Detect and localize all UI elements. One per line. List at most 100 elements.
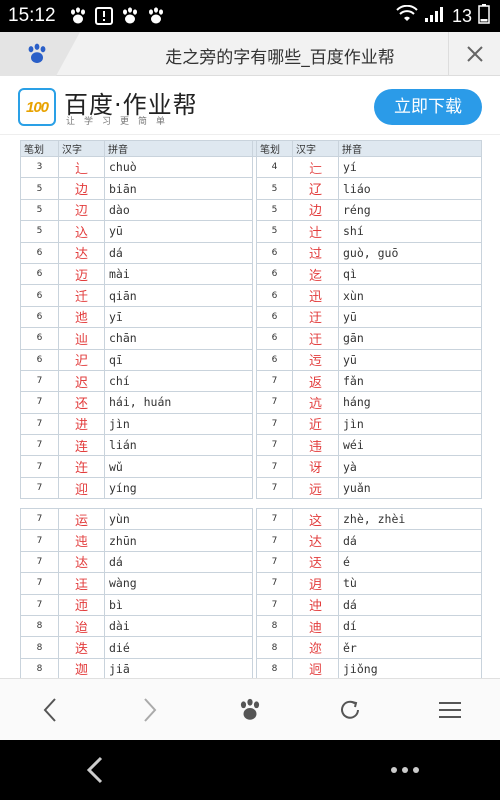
stroke-count: 3: [20, 155, 59, 179]
pinyin: biān: [104, 177, 253, 200]
table-row: 5 込 yū 5 辻 shí: [20, 220, 482, 243]
stroke-count: 8: [20, 657, 59, 678]
character: 边: [58, 177, 105, 200]
home-button[interactable]: [200, 679, 300, 741]
stroke-count: 6: [256, 262, 293, 286]
stroke-count: 5: [256, 220, 293, 243]
stroke-count: 6: [256, 327, 293, 350]
baidu-home-icon: [240, 698, 260, 720]
stroke-count: 7: [20, 391, 59, 414]
character: 迩: [292, 636, 339, 659]
stroke-count: 4: [256, 155, 293, 179]
stroke-count: 5: [256, 198, 293, 222]
pinyin: fǎn: [338, 369, 482, 393]
pinyin: jìn: [338, 412, 482, 436]
character: 迍: [58, 529, 105, 552]
pinyin: shí: [338, 220, 482, 243]
character: 迁: [58, 284, 105, 307]
pinyin: yī: [104, 305, 253, 329]
refresh-icon: [341, 700, 359, 719]
character: 迅: [292, 284, 339, 307]
menu-button[interactable]: [400, 679, 500, 741]
content-area[interactable]: 笔划 汉字 拼音 笔划 汉字 拼音 3 辶 chuò 4 辷 yí 5 边 biān 5 辽 liáo…: [0, 136, 500, 678]
download-button[interactable]: 立即下载: [374, 89, 482, 125]
table-row: 3 辶 chuò 4 辷 yí: [20, 155, 482, 179]
page-title: 走之旁的字有哪些_百度作业帮: [165, 48, 395, 68]
pinyin: qī: [104, 348, 253, 371]
pinyin: tù: [338, 572, 482, 595]
pinyin: gān: [338, 327, 482, 350]
table-row: 6 迆 yī 6 迂 yū: [20, 305, 482, 329]
forward-button[interactable]: [100, 679, 200, 741]
stroke-count: 6: [256, 348, 293, 371]
browser-title-bar: 走之旁的字有哪些_百度作业帮: [0, 32, 500, 76]
character: 込: [58, 220, 105, 243]
stroke-count: 6: [20, 262, 59, 286]
app-banner[interactable]: 100 百度·作业帮 让学习更简单 立即下载: [0, 77, 500, 135]
close-icon: [466, 46, 483, 62]
system-back-button[interactable]: [70, 740, 120, 800]
character: 还: [58, 391, 105, 414]
character: 迚: [292, 593, 339, 616]
radical-table-2: 7 运 yùn 7 这 zhè, zhèi 7 迍 zhūn 7 达 dá 7 迏 dá 7 迗 é 7 迋 wàng 7…: [20, 507, 482, 678]
back-button[interactable]: [0, 679, 100, 741]
stroke-count: 5: [20, 177, 59, 200]
pinyin: dá: [338, 593, 482, 616]
pinyin: wǔ: [104, 455, 253, 478]
table-row: 6 达 dá 6 过 guò, guō: [20, 241, 482, 264]
pinyin: wàng: [104, 572, 253, 595]
header-strokes: 笔划: [256, 140, 293, 157]
refresh-button[interactable]: [300, 679, 400, 741]
pinyin: jiā: [104, 657, 253, 678]
pinyin: yíng: [104, 476, 253, 500]
wifi-icon: [396, 4, 418, 28]
pinyin: chuò: [104, 155, 253, 179]
pinyin: réng: [338, 198, 482, 222]
header-pinyin: 拼音: [338, 140, 482, 157]
stroke-count: 7: [20, 593, 59, 616]
table-row: 7 还 hái, huán 7 迒 háng: [20, 391, 482, 414]
header-strokes: 笔划: [20, 140, 59, 157]
stroke-count: 7: [256, 529, 293, 552]
notification-icons: [68, 6, 166, 26]
character: 运: [58, 507, 105, 531]
pinyin: guò, guō: [338, 241, 482, 264]
pinyin: yà: [338, 455, 482, 478]
pinyin: bì: [104, 593, 253, 616]
table-row: 7 进 jìn 7 近 jìn: [20, 412, 482, 436]
stroke-count: 5: [20, 220, 59, 243]
pinyin: qì: [338, 262, 482, 286]
table-row: 7 运 yùn 7 这 zhè, zhèi: [20, 507, 482, 531]
more-button[interactable]: [380, 740, 430, 800]
baidu-paw-icon: [68, 6, 88, 26]
table-row: 6 辿 chān 6 迀 gān: [20, 327, 482, 350]
character: 辶: [58, 155, 105, 179]
character: 迈: [58, 262, 105, 286]
stroke-count: 7: [256, 434, 293, 457]
character: 迎: [58, 476, 105, 500]
stroke-count: 7: [256, 550, 293, 574]
table-row: 5 边 biān 5 辽 liáo: [20, 177, 482, 200]
stroke-count: 6: [20, 241, 59, 264]
pinyin: chān: [104, 327, 253, 350]
stroke-count: 7: [20, 507, 59, 531]
table-row: 8 迭 dié 8 迩 ěr: [20, 636, 482, 659]
stroke-count: 7: [20, 529, 59, 552]
stroke-count: 8: [256, 657, 293, 678]
character: 迕: [58, 455, 105, 478]
character: 达: [292, 529, 339, 552]
table-row: 7 迏 dá 7 迗 é: [20, 550, 482, 574]
pinyin: é: [338, 550, 482, 574]
stroke-count: 6: [20, 348, 59, 371]
character: 返: [292, 369, 339, 393]
table-row: 5 辺 dào 5 边 réng: [20, 198, 482, 222]
pinyin: yū: [338, 305, 482, 329]
close-button[interactable]: [448, 32, 500, 76]
pinyin: lián: [104, 434, 253, 457]
pinyin: yū: [104, 220, 253, 243]
character: 过: [292, 241, 339, 264]
character: 讶: [292, 455, 339, 478]
menu-icon: [439, 702, 461, 718]
character: 迗: [292, 550, 339, 574]
browser-toolbar: [0, 678, 500, 740]
